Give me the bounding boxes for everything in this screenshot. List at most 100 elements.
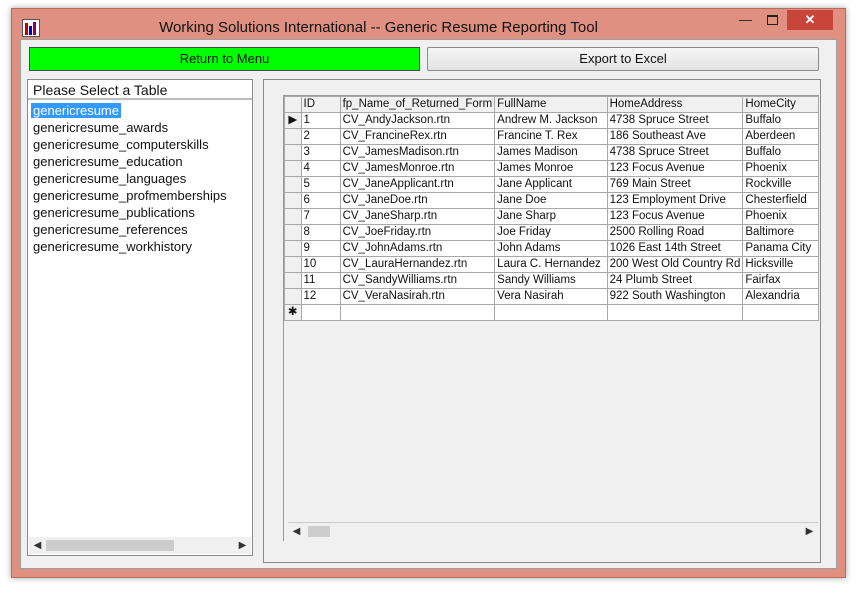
grid-cell[interactable]: CV_JamesMadison.rtn <box>339 144 496 161</box>
table-row[interactable]: 10 CV_LauraHernandez.rtn Laura C. Hernande… <box>284 256 819 273</box>
export-to-excel-button[interactable]: Export to Excel <box>427 47 819 71</box>
grid-cell[interactable]: 2500 Rolling Road <box>606 224 744 241</box>
grid-cell[interactable]: Hicksville <box>742 256 819 273</box>
data-grid[interactable]: ID fp_Name_of_Returned_Form FullName HomeAd… <box>283 95 819 541</box>
column-header[interactable]: fp_Name_of_Returned_Form <box>339 96 496 113</box>
grid-cell[interactable]: Jane Applicant <box>494 176 608 193</box>
grid-hscrollbar[interactable]: ◀ ▶ <box>288 522 818 540</box>
grid-cell[interactable]: 6 <box>300 192 341 209</box>
row-selector[interactable] <box>284 240 302 257</box>
close-button[interactable]: ✕ <box>787 10 833 30</box>
grid-cell[interactable]: CV_JamesMonroe.rtn <box>339 160 496 177</box>
scroll-right-icon[interactable]: ▶ <box>801 523 818 540</box>
grid-cell[interactable]: CV_JohnAdams.rtn <box>339 240 496 257</box>
grid-cell[interactable]: Andrew M. Jackson <box>494 112 608 129</box>
grid-cell[interactable]: CV_JaneApplicant.rtn <box>339 176 496 193</box>
grid-cell[interactable]: Sandy Williams <box>494 272 608 289</box>
table-row[interactable]: 7 CV_JaneSharp.rtn Jane Sharp 123 Focus Ave… <box>284 208 819 225</box>
new-row-selector[interactable]: ✱ <box>284 304 302 321</box>
grid-cell[interactable]: Fairfax <box>742 272 819 289</box>
table-list-item[interactable]: genericresume_publications <box>31 204 249 221</box>
grid-cell[interactable]: James Madison <box>494 144 608 161</box>
row-selector[interactable] <box>284 144 302 161</box>
grid-cell[interactable]: 3 <box>300 144 341 161</box>
grid-cell[interactable]: 123 Focus Avenue <box>606 208 744 225</box>
scroll-left-icon[interactable]: ◀ <box>288 523 305 540</box>
grid-cell[interactable]: 24 Plumb Street <box>606 272 744 289</box>
table-row[interactable]: ▶ 1 CV_AndyJackson.rtn Andrew M. Jackson 473… <box>284 112 819 129</box>
table-row[interactable]: 5 CV_JaneApplicant.rtn Jane Applicant 769 M… <box>284 176 819 193</box>
grid-cell[interactable]: Baltimore <box>742 224 819 241</box>
grid-cell[interactable]: Rockville <box>742 176 819 193</box>
grid-cell[interactable]: Buffalo <box>742 144 819 161</box>
column-header[interactable]: ID <box>300 96 341 113</box>
grid-cell[interactable]: 769 Main Street <box>606 176 744 193</box>
grid-cell[interactable] <box>300 304 341 321</box>
table-select-listbox[interactable]: Please Select a Table genericresume gener… <box>27 79 253 556</box>
grid-cell[interactable]: 9 <box>300 240 341 257</box>
grid-cell[interactable]: John Adams <box>494 240 608 257</box>
grid-cell[interactable]: Buffalo <box>742 112 819 129</box>
table-list-item[interactable]: genericresume <box>31 102 249 119</box>
table-list-item[interactable]: genericresume_awards <box>31 119 249 136</box>
table-list-item[interactable]: genericresume_profmemberships <box>31 187 249 204</box>
grid-cell[interactable]: 4 <box>300 160 341 177</box>
grid-cell[interactable]: 200 West Old Country Rd <box>606 256 744 273</box>
column-header[interactable]: FullName <box>494 96 608 113</box>
grid-cell[interactable]: CV_JoeFriday.rtn <box>339 224 496 241</box>
grid-cell[interactable]: 7 <box>300 208 341 225</box>
grid-cell[interactable]: Phoenix <box>742 208 819 225</box>
new-row[interactable]: ✱ <box>284 304 819 321</box>
maximize-button[interactable] <box>759 10 786 30</box>
grid-cell[interactable]: Joe Friday <box>494 224 608 241</box>
table-list-item[interactable]: genericresume_computerskills <box>31 136 249 153</box>
grid-cell[interactable] <box>742 304 819 321</box>
grid-cell[interactable]: 11 <box>300 272 341 289</box>
grid-cell[interactable] <box>606 304 744 321</box>
grid-corner-cell[interactable] <box>284 96 302 113</box>
grid-cell[interactable]: CV_SandyWilliams.rtn <box>339 272 496 289</box>
grid-cell[interactable]: 123 Employment Drive <box>606 192 744 209</box>
scrollbar-thumb[interactable] <box>308 526 330 537</box>
row-selector[interactable] <box>284 256 302 273</box>
scroll-right-icon[interactable]: ▶ <box>234 537 251 554</box>
grid-cell[interactable]: CV_VeraNasirah.rtn <box>339 288 496 305</box>
grid-cell[interactable]: 2 <box>300 128 341 145</box>
table-list-item[interactable]: genericresume_workhistory <box>31 238 249 255</box>
row-selector[interactable]: ▶ <box>284 112 302 129</box>
grid-cell[interactable]: 12 <box>300 288 341 305</box>
grid-cell[interactable]: 1026 East 14th Street <box>606 240 744 257</box>
grid-cell[interactable]: Phoenix <box>742 160 819 177</box>
grid-cell[interactable]: 123 Focus Avenue <box>606 160 744 177</box>
grid-cell[interactable] <box>339 304 496 321</box>
row-selector[interactable] <box>284 176 302 193</box>
minimize-button[interactable]: — <box>732 10 759 30</box>
column-header[interactable]: HomeCity <box>742 96 819 113</box>
table-row[interactable]: 2 CV_FrancineRex.rtn Francine T. Rex 186 So… <box>284 128 819 145</box>
table-list-item[interactable]: genericresume_languages <box>31 170 249 187</box>
grid-cell[interactable]: 10 <box>300 256 341 273</box>
table-row[interactable]: 6 CV_JaneDoe.rtn Jane Doe 123 Employment Dr… <box>284 192 819 209</box>
grid-cell[interactable]: Laura C. Hernandez <box>494 256 608 273</box>
grid-cell[interactable]: 922 South Washington <box>606 288 744 305</box>
table-row[interactable]: 11 CV_SandyWilliams.rtn Sandy Williams 24 P… <box>284 272 819 289</box>
table-row[interactable]: 8 CV_JoeFriday.rtn Joe Friday 2500 Rolling … <box>284 224 819 241</box>
row-selector[interactable] <box>284 224 302 241</box>
row-selector[interactable] <box>284 272 302 289</box>
grid-cell[interactable] <box>494 304 608 321</box>
table-row[interactable]: 3 CV_JamesMadison.rtn James Madison 4738 Sp… <box>284 144 819 161</box>
grid-cell[interactable]: CV_AndyJackson.rtn <box>339 112 496 129</box>
grid-cell[interactable]: Aberdeen <box>742 128 819 145</box>
grid-cell[interactable]: Chesterfield <box>742 192 819 209</box>
row-selector[interactable] <box>284 192 302 209</box>
table-list-hscrollbar[interactable]: ◀ ▶ <box>29 537 251 554</box>
table-list-item[interactable]: genericresume_education <box>31 153 249 170</box>
grid-cell[interactable]: 186 Southeast Ave <box>606 128 744 145</box>
table-row[interactable]: 9 CV_JohnAdams.rtn John Adams 1026 East 14t… <box>284 240 819 257</box>
row-selector[interactable] <box>284 288 302 305</box>
grid-cell[interactable]: Francine T. Rex <box>494 128 608 145</box>
grid-cell[interactable]: 4738 Spruce Street <box>606 144 744 161</box>
grid-cell[interactable]: Vera Nasirah <box>494 288 608 305</box>
grid-cell[interactable]: 8 <box>300 224 341 241</box>
grid-cell[interactable]: James Monroe <box>494 160 608 177</box>
